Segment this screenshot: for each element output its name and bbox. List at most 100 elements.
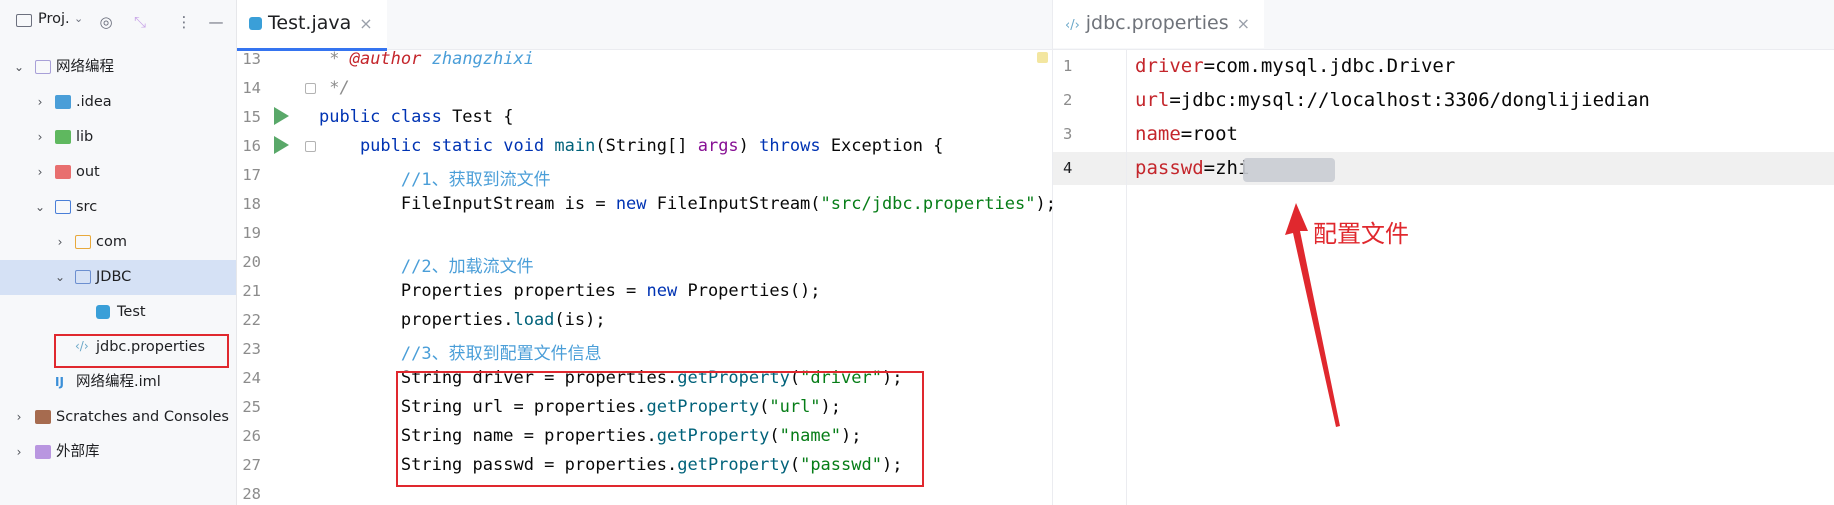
code-line-16: public static void main(String[] args) t…: [319, 136, 943, 156]
minimize-icon[interactable]: —: [206, 12, 226, 32]
project-panel: Proj. ⌄ ◎ ⤡ ⋮ — ⌄ 网络编程 › .idea › lib › o…: [0, 0, 237, 505]
tree-item-com[interactable]: › com: [0, 225, 236, 260]
tree-item-scratches[interactable]: › Scratches and Consoles: [0, 400, 236, 435]
tree-item-src[interactable]: ⌄ src: [0, 190, 236, 225]
code-token: properties.: [319, 310, 514, 330]
chevron-right-icon[interactable]: ›: [33, 155, 47, 190]
code-line-15: public class Test {: [319, 107, 513, 127]
out-folder-icon: [55, 165, 71, 179]
chevron-down-icon[interactable]: ⌄: [33, 190, 47, 225]
chevron-down-icon[interactable]: ⌄: [12, 50, 26, 85]
project-view-icon: [16, 14, 32, 27]
chevron-right-icon[interactable]: ›: [53, 225, 67, 260]
code-token: Properties();: [687, 281, 821, 301]
code-token: @author: [349, 49, 422, 69]
line-number: 26: [242, 427, 261, 445]
line-number: 20: [242, 253, 261, 271]
line-number: 4: [1063, 159, 1073, 177]
editor-jdbc-properties[interactable]: ‹/› jdbc.properties × 1 2 3 4 driver=com.m…: [1053, 0, 1834, 505]
tree-item-label: out: [76, 164, 100, 180]
more-options-icon[interactable]: ⋮: [174, 12, 194, 32]
run-icon[interactable]: [274, 107, 289, 125]
code-token: load: [513, 310, 555, 330]
scratches-icon: [35, 410, 51, 424]
code-token: *: [319, 49, 350, 69]
lib-folder-icon: [55, 130, 71, 144]
tree-item-lib[interactable]: › lib: [0, 120, 236, 155]
run-icon[interactable]: [274, 136, 289, 154]
gutter-divider: [1126, 50, 1127, 505]
line-number: 2: [1063, 91, 1073, 109]
tree-item-external-libraries[interactable]: › 外部库: [0, 435, 236, 470]
tree-item-label: lib: [76, 129, 94, 145]
code-token: throws: [759, 136, 831, 156]
line-number: 23: [242, 340, 261, 358]
chevron-right-icon[interactable]: ›: [12, 400, 26, 435]
code-token: FileInputStream(: [656, 194, 821, 214]
editor-tab-bar: ‹/› jdbc.properties ×: [1053, 0, 1834, 50]
close-icon[interactable]: ×: [1237, 14, 1250, 33]
code-token: Properties properties =: [319, 281, 647, 301]
code-line-18: FileInputStream is = new FileInputStream…: [319, 194, 1056, 214]
tree-item-label: com: [96, 234, 127, 250]
fold-icon[interactable]: [305, 83, 316, 94]
close-icon[interactable]: ×: [359, 14, 372, 33]
line-number: 17: [242, 166, 261, 184]
warning-marker-icon: [1037, 52, 1048, 63]
code-line-23: //3、获取到配置文件信息: [319, 339, 602, 364]
tree-item-test[interactable]: Test: [0, 295, 236, 330]
code-token: zhangzhixi: [421, 49, 534, 69]
chevron-down-icon[interactable]: ⌄: [74, 12, 83, 25]
property-key: passwd: [1135, 157, 1204, 179]
code-token: (is);: [554, 310, 606, 330]
line-number: 18: [242, 195, 261, 213]
tree-item-idea[interactable]: › .idea: [0, 85, 236, 120]
tab-test-java[interactable]: Test.java ×: [237, 0, 387, 51]
tree-item-module[interactable]: ⌄ 网络编程: [0, 50, 236, 85]
editor-test-java[interactable]: Test.java × 13 14 15 16 17 18 19 20 21 22…: [237, 0, 1056, 505]
code-token: public class: [319, 107, 453, 127]
source-folder-icon: [55, 200, 71, 214]
property-eq: =: [1203, 55, 1216, 77]
tab-jdbc-properties[interactable]: ‹/› jdbc.properties ×: [1053, 0, 1265, 48]
tree-item-label: src: [76, 199, 98, 215]
code-token: ): [738, 136, 760, 156]
line-number: 21: [242, 282, 261, 300]
property-line-passwd: passwd=zhi: [1135, 157, 1249, 179]
chevron-right-icon[interactable]: ›: [12, 435, 26, 470]
tree-item-label: Test: [117, 304, 146, 320]
property-eq: =: [1180, 123, 1193, 145]
tree-item-jdbc[interactable]: ⌄ JDBC: [0, 260, 236, 295]
project-view-title[interactable]: Proj.: [38, 11, 70, 27]
package-icon: [75, 270, 91, 284]
line-number: 25: [242, 398, 261, 416]
property-value: jdbc:mysql://localhost:3306/donglijiedia…: [1180, 89, 1650, 111]
code-line-20: //2、加载流文件: [319, 252, 534, 277]
code-token: //2、加载流文件: [319, 257, 534, 277]
code-token: public static void: [319, 136, 555, 156]
property-value: com.mysql.jdbc.Driver: [1215, 55, 1456, 77]
fold-icon[interactable]: [305, 141, 316, 152]
code-token: //3、获取到配置文件信息: [319, 344, 602, 364]
code-token: Test {: [452, 107, 514, 127]
tree-item-label: Scratches and Consoles: [56, 409, 229, 425]
property-line-driver: driver=com.mysql.jdbc.Driver: [1135, 55, 1455, 77]
chevron-right-icon[interactable]: ›: [33, 85, 47, 120]
target-icon[interactable]: ◎: [96, 12, 116, 32]
tree-item-label: 外部库: [56, 444, 100, 460]
property-value: root: [1192, 123, 1238, 145]
code-line-22: properties.load(is);: [319, 310, 606, 330]
package-icon: [75, 235, 91, 249]
tree-item-out[interactable]: › out: [0, 155, 236, 190]
chevron-down-icon[interactable]: ⌄: [53, 260, 67, 295]
code-line-13: * @author zhangzhixi: [319, 49, 534, 69]
tree-item-label: JDBC: [96, 269, 132, 285]
line-number: 24: [242, 369, 261, 387]
line-number: 22: [242, 311, 261, 329]
line-number: 16: [242, 137, 261, 155]
property-key: url: [1135, 89, 1170, 111]
tree-item-iml[interactable]: IJ 网络编程.iml: [0, 365, 236, 400]
chevron-right-icon[interactable]: ›: [33, 120, 47, 155]
line-number: 15: [242, 108, 261, 126]
collapse-icon[interactable]: ⤡: [130, 12, 150, 32]
